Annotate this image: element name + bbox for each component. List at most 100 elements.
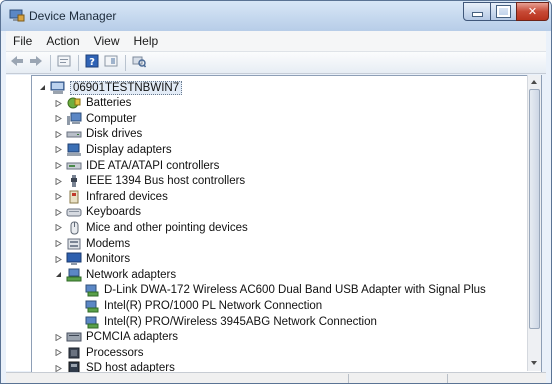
expand-arrow-icon[interactable] [54, 192, 63, 201]
pcmcia-icon [66, 330, 82, 344]
title-bar[interactable]: Device Manager ✕ [1, 1, 551, 31]
minimize-icon [471, 12, 483, 17]
tree-node-label: Monitors [86, 253, 131, 266]
help-button[interactable]: ? [83, 54, 101, 72]
show-view-icon [104, 55, 118, 70]
tree-node-label: Modems [86, 237, 131, 250]
back-icon [10, 55, 24, 70]
expand-arrow-icon[interactable] [54, 130, 63, 139]
tree-node[interactable]: Computer [54, 111, 137, 126]
expand-arrow-icon[interactable] [54, 348, 63, 357]
processor-icon [66, 346, 82, 360]
collapse-arrow-icon[interactable] [38, 83, 47, 92]
nic-device-icon [84, 299, 100, 313]
expand-arrow-icon[interactable] [54, 239, 63, 248]
tree-node[interactable]: Disk drives [54, 127, 142, 142]
tree-child-node[interactable]: Intel(R) PRO/1000 PL Network Connection [84, 298, 322, 313]
tree-node[interactable]: PCMCIA adapters [54, 330, 178, 345]
infrared-icon [66, 190, 82, 204]
properties-button[interactable] [55, 54, 73, 72]
tree-node-label: Mice and other pointing devices [86, 221, 248, 234]
svg-text:?: ? [89, 57, 95, 68]
tree-node[interactable]: Network adapters [54, 267, 176, 282]
tree-child-node[interactable]: D-Link DWA-172 Wireless AC600 Dual Band … [84, 283, 486, 298]
properties-icon [57, 55, 71, 70]
tree-node[interactable]: IDE ATA/ATAPI controllers [54, 158, 219, 173]
back-button[interactable] [8, 54, 26, 72]
computer-icon [66, 112, 82, 126]
status-bar [6, 372, 546, 383]
scroll-up-icon[interactable] [531, 80, 537, 84]
nic-device-icon [84, 283, 100, 297]
show-view-button[interactable] [102, 54, 120, 72]
tree-node[interactable]: IEEE 1394 Bus host controllers [54, 174, 245, 189]
expand-arrow-icon[interactable] [54, 177, 63, 186]
tree-node[interactable]: Monitors [54, 252, 130, 267]
monitor-icon [66, 252, 82, 266]
tree-node[interactable]: Infrared devices [54, 189, 168, 204]
keyboard-icon [66, 205, 82, 219]
tree-node-label: IEEE 1394 Bus host controllers [86, 175, 246, 188]
tree-node[interactable]: Mice and other pointing devices [54, 220, 248, 235]
device-manager-icon [9, 9, 25, 23]
modem-icon [66, 237, 82, 251]
tree-node-label: Keyboards [86, 206, 141, 219]
menu-view[interactable]: View [87, 34, 127, 48]
expand-arrow-icon[interactable] [54, 99, 63, 108]
scrollbar-thumb[interactable] [529, 89, 540, 329]
tree-node[interactable]: Processors [54, 345, 144, 360]
device-manager-window: Device Manager ✕ File Action View Help ? [0, 0, 552, 384]
expand-arrow-icon[interactable] [54, 114, 63, 123]
tree-root-node[interactable]: 06901TESTNBWIN7 [38, 80, 183, 95]
tree-child-label: Intel(R) PRO/Wireless 3945ABG Network Co… [104, 315, 377, 328]
toolbar-separator [125, 54, 126, 71]
menu-action[interactable]: Action [39, 34, 86, 48]
disk-drive-icon [66, 127, 82, 141]
menu-help[interactable]: Help [127, 34, 166, 48]
status-divider [447, 374, 448, 383]
expand-arrow-icon[interactable] [54, 208, 63, 217]
toolbar-separator [78, 54, 79, 71]
minimize-button[interactable] [463, 2, 491, 21]
ide-controller-icon [66, 159, 82, 173]
tree-child-label: Intel(R) PRO/1000 PL Network Connection [104, 299, 323, 312]
menu-bar: File Action View Help [6, 31, 546, 52]
tree-node-label: IDE ATA/ATAPI controllers [86, 159, 220, 172]
tree-node-label: Processors [86, 346, 144, 359]
expand-arrow-icon[interactable] [54, 145, 63, 154]
mouse-icon [66, 221, 82, 235]
tree-child-label: D-Link DWA-172 Wireless AC600 Dual Band … [104, 284, 486, 297]
forward-icon [29, 55, 43, 70]
tree-node-label: Display adapters [86, 143, 172, 156]
tree-node[interactable]: Display adapters [54, 142, 172, 157]
close-button[interactable]: ✕ [516, 2, 549, 21]
nic-device-icon [84, 315, 100, 329]
toolbar-separator [50, 54, 51, 71]
expand-arrow-icon[interactable] [54, 223, 63, 232]
help-icon: ? [85, 54, 99, 71]
menu-file[interactable]: File [6, 34, 39, 48]
tree-node[interactable]: Keyboards [54, 205, 141, 220]
battery-icon [66, 96, 82, 110]
left-margin [6, 75, 31, 371]
tree-node-label: Disk drives [86, 128, 143, 141]
tree-node-label: Batteries [86, 97, 132, 110]
forward-button[interactable] [27, 54, 45, 72]
tree-child-node[interactable]: Intel(R) PRO/Wireless 3945ABG Network Co… [84, 314, 377, 329]
maximize-button[interactable] [490, 2, 517, 21]
display-adapter-icon [66, 143, 82, 157]
tree-node-label: Network adapters [86, 268, 177, 281]
tree-node[interactable]: Modems [54, 236, 130, 251]
tree-node[interactable]: Batteries [54, 96, 131, 111]
root-label: 06901TESTNBWIN7 [70, 80, 183, 95]
expand-arrow-icon[interactable] [54, 333, 63, 342]
expand-arrow-icon[interactable] [54, 255, 63, 264]
scroll-down-icon[interactable] [531, 361, 537, 365]
expand-arrow-icon[interactable] [54, 161, 63, 170]
device-tree[interactable]: 06901TESTNBWIN7 Batteries Computer Disk dr… [31, 75, 542, 373]
vertical-scrollbar[interactable] [527, 75, 541, 371]
collapse-arrow-icon[interactable] [54, 270, 63, 279]
network-adapter-icon [66, 268, 82, 282]
scan-hardware-button[interactable] [130, 54, 148, 72]
tree-node-label: PCMCIA adapters [86, 331, 179, 344]
